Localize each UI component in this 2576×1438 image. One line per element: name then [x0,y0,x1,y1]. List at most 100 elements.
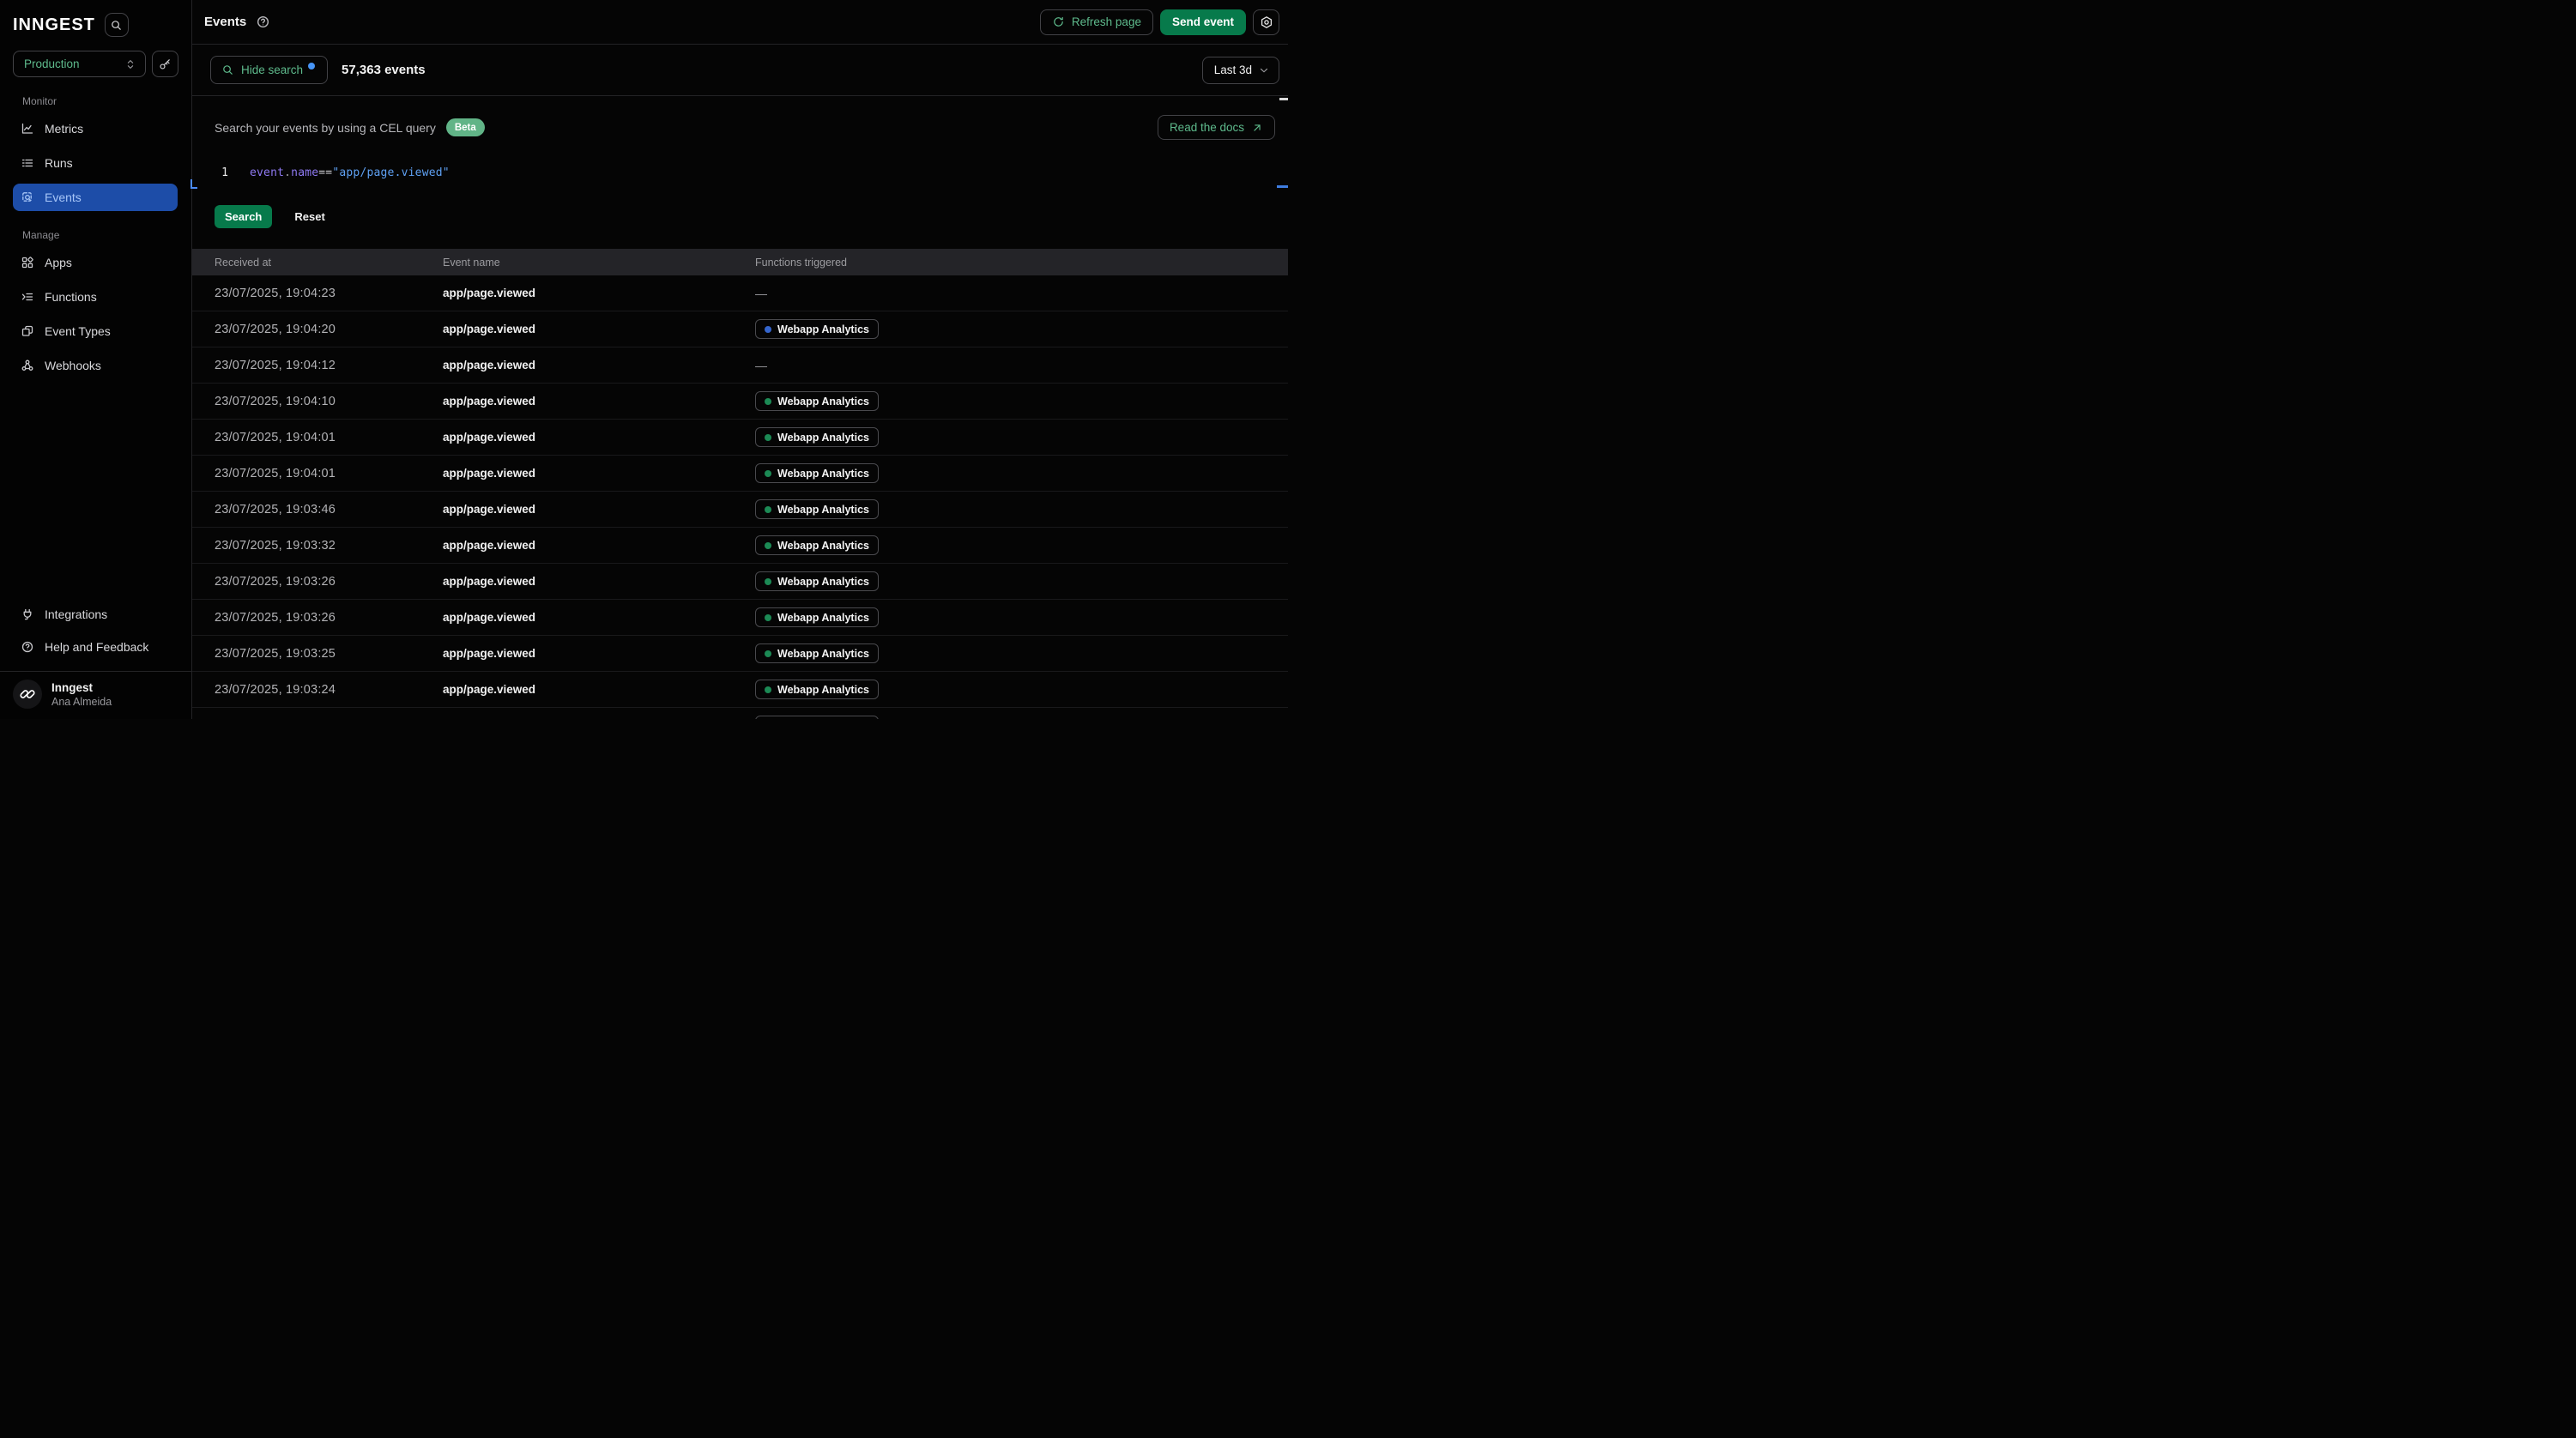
sidebar: INNGEST Production Monitor Metrics Runs … [0,0,192,719]
panel-buttons: Search Reset [215,205,325,228]
event-types-icon [21,324,34,338]
sidebar-item-event-types[interactable]: Event Types [13,317,178,345]
sidebar-search-button[interactable] [105,13,129,37]
section-label-monitor: Monitor [0,95,191,108]
event-keys-button[interactable] [152,51,178,77]
apps-icon [21,256,34,269]
refresh-page-button[interactable]: Refresh page [1040,9,1153,35]
sidebar-item-label: Event Types [45,324,111,338]
status-dot [765,542,771,549]
chevron-down-icon [1258,64,1270,76]
sidebar-item-label: Runs [45,156,73,170]
environment-selector[interactable]: Production [13,51,146,77]
function-badge[interactable]: Webapp Analytics [755,571,879,591]
profile-section[interactable]: Inngest Ana Almeida [0,671,191,719]
section-label-manage: Manage [0,229,191,242]
sidebar-item-label: Events [45,190,82,204]
code-dot: . [284,166,291,179]
metrics-icon [21,122,34,136]
function-badge[interactable]: Webapp Analytics [755,535,879,555]
reset-button[interactable]: Reset [294,210,324,223]
editor-scrollbar-fragment-blue [1277,185,1288,188]
sidebar-item-webhooks[interactable]: Webhooks [13,352,178,379]
integrations-icon [21,607,34,621]
function-badge[interactable]: Webapp Analytics [755,716,879,719]
environment-label: Production [24,57,80,70]
sidebar-item-label: Webhooks [45,359,101,372]
function-badge[interactable]: Webapp Analytics [755,427,879,447]
table-row[interactable]: 23/07/2025, 19:03:32 app/page.viewed Web… [192,528,1288,564]
table-row[interactable]: 23/07/2025, 19:03:23 app/page.viewed Web… [192,708,1288,719]
sidebar-item-metrics[interactable]: Metrics [13,115,178,142]
chevrons-up-down-icon [124,58,136,70]
table-row[interactable]: 23/07/2025, 19:03:25 app/page.viewed Web… [192,636,1288,672]
status-dot [765,398,771,405]
sidebar-item-apps[interactable]: Apps [13,249,178,276]
settings-button[interactable] [1253,9,1279,35]
table-row[interactable]: 23/07/2025, 19:04:10 app/page.viewed Web… [192,384,1288,420]
sidebar-item-label: Help and Feedback [45,640,148,654]
column-header-event-name: Event name [443,257,755,269]
time-range-selector[interactable]: Last 3d [1202,57,1279,84]
gear-icon [1260,15,1273,29]
sidebar-item-help-and-feedback[interactable]: Help and Feedback [13,633,178,661]
logo-row: INNGEST [0,0,191,37]
sidebar-item-integrations[interactable]: Integrations [13,601,178,628]
inngest-mark-icon [18,685,37,704]
cel-query-code: event.name=="app/page.viewed" [250,165,450,182]
sidebar-item-functions[interactable]: Functions [13,283,178,311]
profile-user: Ana Almeida [51,696,112,708]
status-dot [765,506,771,513]
status-dot [765,470,771,477]
table-row[interactable]: 23/07/2025, 19:03:46 app/page.viewed Web… [192,492,1288,528]
inngest-logo: INNGEST [13,15,95,35]
editor-resize-corner[interactable] [190,179,197,189]
refresh-page-label: Refresh page [1072,15,1141,28]
code-object: event [250,166,284,179]
function-badge[interactable]: Webapp Analytics [755,391,879,411]
function-badge[interactable]: Webapp Analytics [755,319,879,339]
sidebar-item-label: Apps [45,256,72,269]
webhooks-icon [21,359,34,372]
main-content: Events Refresh page Send event Hide sear… [192,0,1288,719]
function-badge[interactable]: Webapp Analytics [755,499,879,519]
table-row[interactable]: 23/07/2025, 19:04:23 app/page.viewed — [192,275,1288,311]
runs-icon [21,156,34,170]
code-property: name [291,166,318,179]
search-icon [110,19,123,32]
events-table: Received at Event name Functions trigger… [192,249,1288,719]
status-dot [765,650,771,657]
search-button[interactable]: Search [215,205,272,228]
table-row[interactable]: 23/07/2025, 19:03:26 app/page.viewed Web… [192,600,1288,636]
table-header: Received at Event name Functions trigger… [192,249,1288,275]
read-the-docs-label: Read the docs [1170,121,1244,134]
function-badge[interactable]: Webapp Analytics [755,643,879,663]
function-badge[interactable]: Webapp Analytics [755,680,879,699]
beta-badge: Beta [446,118,485,136]
function-badge[interactable]: Webapp Analytics [755,463,879,483]
table-row[interactable]: 23/07/2025, 19:03:26 app/page.viewed Web… [192,564,1288,600]
page-title: Events [204,15,246,29]
send-event-button[interactable]: Send event [1160,9,1246,35]
cel-query-editor[interactable]: 1 event.name=="app/page.viewed" [192,165,1288,182]
read-the-docs-button[interactable]: Read the docs [1158,115,1275,140]
column-header-received-at: Received at [215,257,443,269]
sidebar-item-runs[interactable]: Runs [13,149,178,177]
hide-search-button[interactable]: Hide search [210,56,328,84]
events-toolbar: Hide search 57,363 events Last 3d [192,45,1288,96]
sidebar-item-events[interactable]: Events [13,184,178,211]
page-help-button[interactable] [256,15,270,29]
key-icon [159,57,172,70]
table-row[interactable]: 23/07/2025, 19:04:20 app/page.viewed Web… [192,311,1288,347]
sidebar-item-label: Functions [45,290,97,304]
avatar [13,680,42,709]
arrow-up-right-icon [1251,122,1263,134]
table-row[interactable]: 23/07/2025, 19:03:24 app/page.viewed Web… [192,672,1288,708]
table-row[interactable]: 23/07/2025, 19:04:01 app/page.viewed Web… [192,456,1288,492]
table-row[interactable]: 23/07/2025, 19:04:12 app/page.viewed — [192,347,1288,384]
time-range-label: Last 3d [1214,63,1252,76]
status-dot [765,578,771,585]
function-badge[interactable]: Webapp Analytics [755,607,879,627]
table-row[interactable]: 23/07/2025, 19:04:01 app/page.viewed Web… [192,420,1288,456]
events-icon [21,190,34,204]
